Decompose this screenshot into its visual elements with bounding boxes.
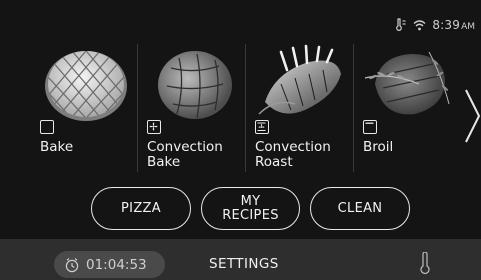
meat-probe-icon[interactable] — [418, 252, 432, 276]
mode-label: Convection Roast — [255, 139, 331, 170]
chevron-right-icon[interactable] — [463, 88, 481, 144]
mode-label: Broil — [363, 139, 394, 155]
clock-icon — [65, 257, 79, 272]
mode-label: Bake — [40, 139, 74, 155]
bake-icon — [40, 120, 54, 134]
convection-fan-icon — [147, 120, 161, 134]
mode-convection-roast[interactable]: Convection Roast — [246, 44, 353, 178]
status-bar: 8:39AM — [395, 17, 475, 33]
clock-time: 8:39 — [432, 18, 461, 32]
convection-roast-icon — [255, 120, 269, 134]
mode-bake[interactable]: Bake — [31, 44, 138, 178]
mode-broil[interactable]: Broil — [354, 44, 461, 178]
broil-icon — [363, 120, 377, 134]
rack-of-lamb-image — [258, 44, 341, 115]
steak-image — [364, 51, 450, 115]
lattice-pie-image — [45, 51, 127, 121]
wifi-icon — [413, 19, 426, 31]
mode-label: Convection Bake — [147, 139, 223, 170]
clock-ampm: AM — [461, 22, 475, 32]
cooking-mode-carousel: Bake Convection Bake Convection Roast Br… — [31, 44, 461, 182]
kitchen-timer-button[interactable]: 01:04:53 — [54, 251, 165, 278]
oven-screen: 8:39AM Bake Convection Bake Convection R… — [0, 0, 481, 280]
settings-button[interactable]: SETTINGS — [209, 256, 279, 272]
bread-loaf-image — [158, 51, 232, 119]
pizza-button[interactable]: PIZZA — [91, 187, 191, 230]
mode-convection-bake[interactable]: Convection Bake — [138, 44, 245, 178]
my-recipes-button[interactable]: MY RECIPES — [201, 187, 300, 230]
clean-button[interactable]: CLEAN — [310, 187, 410, 230]
timer-value: 01:04:53 — [86, 256, 147, 273]
probe-status-icon — [395, 18, 407, 32]
